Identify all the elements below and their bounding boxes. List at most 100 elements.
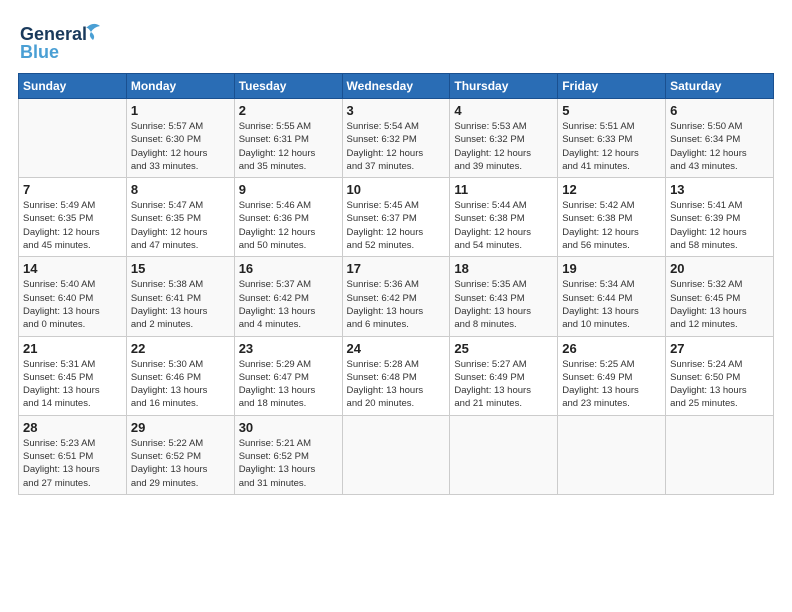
day-number: 15 xyxy=(131,261,230,276)
day-info: Sunrise: 5:45 AM Sunset: 6:37 PM Dayligh… xyxy=(347,199,446,252)
day-info: Sunrise: 5:36 AM Sunset: 6:42 PM Dayligh… xyxy=(347,278,446,331)
calendar-body: 1 Sunrise: 5:57 AM Sunset: 6:30 PM Daylig… xyxy=(19,99,774,495)
day-info: Sunrise: 5:50 AM Sunset: 6:34 PM Dayligh… xyxy=(670,120,769,173)
week-row-4: 28Sunrise: 5:23 AM Sunset: 6:51 PM Dayli… xyxy=(19,415,774,494)
page: General Blue SundayMondayTuesdayWednesda… xyxy=(0,0,792,612)
day-info: Sunrise: 5:47 AM Sunset: 6:35 PM Dayligh… xyxy=(131,199,230,252)
calendar-cell: 4 Sunrise: 5:53 AM Sunset: 6:32 PM Daylig… xyxy=(450,99,558,178)
calendar-cell: 22Sunrise: 5:30 AM Sunset: 6:46 PM Dayli… xyxy=(126,336,234,415)
day-number: 13 xyxy=(670,182,769,197)
week-row-1: 7Sunrise: 5:49 AM Sunset: 6:35 PM Daylig… xyxy=(19,178,774,257)
day-number: 11 xyxy=(454,182,553,197)
day-number: 4 xyxy=(454,103,553,118)
day-info: Sunrise: 5:27 AM Sunset: 6:49 PM Dayligh… xyxy=(454,358,553,411)
day-info: Sunrise: 5:57 AM Sunset: 6:30 PM Dayligh… xyxy=(131,120,230,173)
day-number: 17 xyxy=(347,261,446,276)
calendar-cell: 23 Sunrise: 5:29 AM Sunset: 6:47 PM Dayli… xyxy=(234,336,342,415)
day-info: Sunrise: 5:31 AM Sunset: 6:45 PM Dayligh… xyxy=(23,358,122,411)
column-header-sunday: Sunday xyxy=(19,74,127,99)
day-number: 5 xyxy=(562,103,661,118)
day-info: Sunrise: 5:53 AM Sunset: 6:32 PM Dayligh… xyxy=(454,120,553,173)
calendar-cell: 28Sunrise: 5:23 AM Sunset: 6:51 PM Dayli… xyxy=(19,415,127,494)
day-info: Sunrise: 5:51 AM Sunset: 6:33 PM Dayligh… xyxy=(562,120,661,173)
calendar-cell: 29Sunrise: 5:22 AM Sunset: 6:52 PM Dayli… xyxy=(126,415,234,494)
calendar-cell: 10 Sunrise: 5:45 AM Sunset: 6:37 PM Dayli… xyxy=(342,178,450,257)
calendar-cell: 26 Sunrise: 5:25 AM Sunset: 6:49 PM Dayli… xyxy=(558,336,666,415)
day-info: Sunrise: 5:41 AM Sunset: 6:39 PM Dayligh… xyxy=(670,199,769,252)
day-info: Sunrise: 5:42 AM Sunset: 6:38 PM Dayligh… xyxy=(562,199,661,252)
calendar-cell: 12 Sunrise: 5:42 AM Sunset: 6:38 PM Dayli… xyxy=(558,178,666,257)
calendar-cell: 9Sunrise: 5:46 AM Sunset: 6:36 PM Daylig… xyxy=(234,178,342,257)
calendar-cell: 14 Sunrise: 5:40 AM Sunset: 6:40 PM Dayli… xyxy=(19,257,127,336)
calendar-cell: 21Sunrise: 5:31 AM Sunset: 6:45 PM Dayli… xyxy=(19,336,127,415)
calendar-cell xyxy=(450,415,558,494)
day-info: Sunrise: 5:25 AM Sunset: 6:49 PM Dayligh… xyxy=(562,358,661,411)
day-number: 6 xyxy=(670,103,769,118)
calendar-header-row: SundayMondayTuesdayWednesdayThursdayFrid… xyxy=(19,74,774,99)
calendar-cell: 20Sunrise: 5:32 AM Sunset: 6:45 PM Dayli… xyxy=(666,257,774,336)
day-number: 19 xyxy=(562,261,661,276)
calendar-cell xyxy=(19,99,127,178)
day-info: Sunrise: 5:21 AM Sunset: 6:52 PM Dayligh… xyxy=(239,437,338,490)
svg-text:Blue: Blue xyxy=(20,42,59,62)
header: General Blue xyxy=(18,18,774,63)
calendar-cell: 5 Sunrise: 5:51 AM Sunset: 6:33 PM Daylig… xyxy=(558,99,666,178)
day-info: Sunrise: 5:22 AM Sunset: 6:52 PM Dayligh… xyxy=(131,437,230,490)
week-row-2: 14 Sunrise: 5:40 AM Sunset: 6:40 PM Dayli… xyxy=(19,257,774,336)
day-number: 27 xyxy=(670,341,769,356)
calendar-cell: 30 Sunrise: 5:21 AM Sunset: 6:52 PM Dayli… xyxy=(234,415,342,494)
day-info: Sunrise: 5:40 AM Sunset: 6:40 PM Dayligh… xyxy=(23,278,122,331)
calendar-table: SundayMondayTuesdayWednesdayThursdayFrid… xyxy=(18,73,774,495)
day-info: Sunrise: 5:34 AM Sunset: 6:44 PM Dayligh… xyxy=(562,278,661,331)
logo-svg: General Blue xyxy=(18,18,108,63)
column-header-thursday: Thursday xyxy=(450,74,558,99)
day-info: Sunrise: 5:35 AM Sunset: 6:43 PM Dayligh… xyxy=(454,278,553,331)
calendar-cell: 19 Sunrise: 5:34 AM Sunset: 6:44 PM Dayli… xyxy=(558,257,666,336)
day-info: Sunrise: 5:24 AM Sunset: 6:50 PM Dayligh… xyxy=(670,358,769,411)
day-number: 16 xyxy=(239,261,338,276)
day-number: 24 xyxy=(347,341,446,356)
week-row-3: 21Sunrise: 5:31 AM Sunset: 6:45 PM Dayli… xyxy=(19,336,774,415)
day-number: 26 xyxy=(562,341,661,356)
calendar-cell: 17 Sunrise: 5:36 AM Sunset: 6:42 PM Dayli… xyxy=(342,257,450,336)
calendar-cell: 25 Sunrise: 5:27 AM Sunset: 6:49 PM Dayli… xyxy=(450,336,558,415)
calendar-cell: 13 Sunrise: 5:41 AM Sunset: 6:39 PM Dayli… xyxy=(666,178,774,257)
day-number: 8 xyxy=(131,182,230,197)
day-number: 23 xyxy=(239,341,338,356)
day-number: 28 xyxy=(23,420,122,435)
week-row-0: 1 Sunrise: 5:57 AM Sunset: 6:30 PM Daylig… xyxy=(19,99,774,178)
day-number: 30 xyxy=(239,420,338,435)
day-number: 25 xyxy=(454,341,553,356)
day-number: 14 xyxy=(23,261,122,276)
calendar-cell: 6 Sunrise: 5:50 AM Sunset: 6:34 PM Daylig… xyxy=(666,99,774,178)
column-header-friday: Friday xyxy=(558,74,666,99)
calendar-cell: 1 Sunrise: 5:57 AM Sunset: 6:30 PM Daylig… xyxy=(126,99,234,178)
day-number: 10 xyxy=(347,182,446,197)
calendar-cell: 27 Sunrise: 5:24 AM Sunset: 6:50 PM Dayli… xyxy=(666,336,774,415)
day-number: 3 xyxy=(347,103,446,118)
day-info: Sunrise: 5:29 AM Sunset: 6:47 PM Dayligh… xyxy=(239,358,338,411)
day-number: 9 xyxy=(239,182,338,197)
day-info: Sunrise: 5:37 AM Sunset: 6:42 PM Dayligh… xyxy=(239,278,338,331)
calendar-cell xyxy=(666,415,774,494)
calendar-cell: 16 Sunrise: 5:37 AM Sunset: 6:42 PM Dayli… xyxy=(234,257,342,336)
day-info: Sunrise: 5:30 AM Sunset: 6:46 PM Dayligh… xyxy=(131,358,230,411)
calendar-cell: 7Sunrise: 5:49 AM Sunset: 6:35 PM Daylig… xyxy=(19,178,127,257)
day-info: Sunrise: 5:28 AM Sunset: 6:48 PM Dayligh… xyxy=(347,358,446,411)
logo: General Blue xyxy=(18,18,108,63)
calendar-cell xyxy=(342,415,450,494)
column-header-saturday: Saturday xyxy=(666,74,774,99)
calendar-cell: 8 Sunrise: 5:47 AM Sunset: 6:35 PM Daylig… xyxy=(126,178,234,257)
day-number: 18 xyxy=(454,261,553,276)
day-number: 1 xyxy=(131,103,230,118)
day-info: Sunrise: 5:55 AM Sunset: 6:31 PM Dayligh… xyxy=(239,120,338,173)
day-number: 20 xyxy=(670,261,769,276)
calendar-cell: 15 Sunrise: 5:38 AM Sunset: 6:41 PM Dayli… xyxy=(126,257,234,336)
column-header-monday: Monday xyxy=(126,74,234,99)
day-info: Sunrise: 5:38 AM Sunset: 6:41 PM Dayligh… xyxy=(131,278,230,331)
day-number: 2 xyxy=(239,103,338,118)
day-number: 12 xyxy=(562,182,661,197)
column-header-tuesday: Tuesday xyxy=(234,74,342,99)
day-info: Sunrise: 5:54 AM Sunset: 6:32 PM Dayligh… xyxy=(347,120,446,173)
day-info: Sunrise: 5:44 AM Sunset: 6:38 PM Dayligh… xyxy=(454,199,553,252)
